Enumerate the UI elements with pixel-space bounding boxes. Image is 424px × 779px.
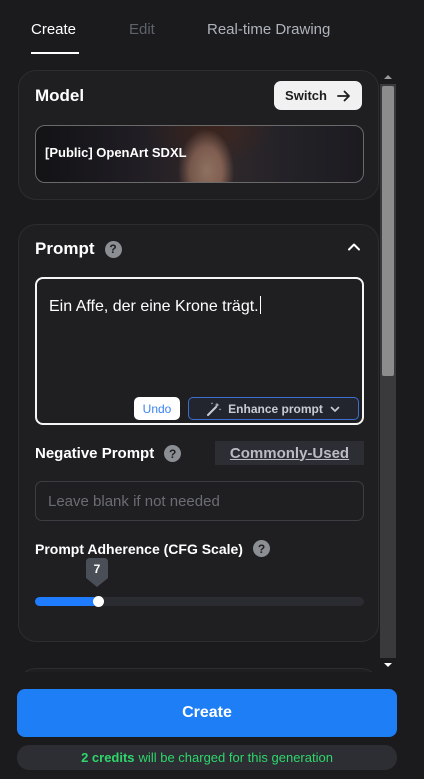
create-button[interactable]: Create: [17, 689, 397, 737]
prompt-textarea[interactable]: Ein Affe, der eine Krone trägt. Undo Enh…: [35, 277, 364, 425]
help-icon[interactable]: ?: [252, 540, 270, 557]
prompt-value: Ein Affe, der eine Krone trägt.: [49, 298, 259, 315]
credits-notice: 2 credits will be charged for this gener…: [17, 745, 397, 770]
next-settings-card: [18, 668, 379, 672]
tab-create[interactable]: Create: [31, 20, 76, 40]
model-title: Model: [35, 86, 85, 105]
prompt-title: Prompt: [35, 239, 95, 258]
help-icon[interactable]: ?: [104, 240, 122, 258]
settings-panel: Model Switch [Public] OpenArt SDXL Promp…: [0, 70, 424, 672]
tab-realtime-drawing[interactable]: Real-time Drawing: [207, 20, 330, 40]
slider-fill: [35, 597, 98, 606]
model-banner[interactable]: [Public] OpenArt SDXL: [35, 125, 364, 183]
app-root: Create Edit Real-time Drawing Model Swit…: [0, 0, 424, 779]
magic-wand-icon: [207, 401, 222, 416]
slider-value-tooltip: 7: [86, 558, 108, 588]
switch-model-button[interactable]: Switch: [274, 81, 362, 110]
credits-amount: 2 credits: [81, 750, 135, 765]
model-card: Model Switch [Public] OpenArt SDXL: [18, 70, 379, 200]
slider-thumb[interactable]: [93, 596, 104, 607]
text-caret: [259, 296, 261, 314]
chevron-down-icon: [330, 406, 340, 412]
enhance-prompt-button[interactable]: Enhance prompt: [188, 397, 359, 420]
model-name: [Public] OpenArt SDXL: [45, 145, 187, 160]
arrow-right-icon: [337, 90, 350, 101]
undo-button[interactable]: Undo: [134, 397, 180, 420]
cfg-title: Prompt Adherence (CFG Scale): [35, 540, 243, 557]
credits-text: will be charged for this generation: [138, 750, 333, 765]
prompt-card: Prompt ? Ein Affe, der eine Krone trägt.…: [18, 224, 379, 642]
negative-prompt-header: Negative Prompt ?: [35, 445, 182, 462]
negative-prompt-input[interactable]: [35, 481, 364, 521]
active-tab-indicator: [31, 52, 79, 54]
scrollbar-track[interactable]: [380, 84, 396, 658]
prompt-text: Ein Affe, der eine Krone trägt.: [49, 296, 261, 316]
scroll-up-icon[interactable]: [383, 72, 393, 82]
mode-tabs: Create Edit Real-time Drawing: [0, 0, 424, 56]
switch-label: Switch: [285, 88, 327, 103]
scroll-down-icon[interactable]: [383, 660, 393, 670]
enhance-label: Enhance prompt: [228, 401, 323, 416]
cfg-slider[interactable]: [35, 596, 364, 607]
help-icon[interactable]: ?: [164, 445, 182, 462]
cfg-header: Prompt Adherence (CFG Scale) ?: [35, 540, 270, 557]
negative-prompt-title: Negative Prompt: [35, 445, 155, 462]
scrollbar-thumb[interactable]: [382, 86, 394, 376]
slider-value: 7: [93, 562, 101, 576]
chevron-up-icon[interactable]: [346, 239, 362, 255]
scrollbar[interactable]: [380, 70, 396, 672]
prompt-header: Prompt ?: [35, 239, 122, 259]
tab-edit[interactable]: Edit: [129, 20, 155, 40]
commonly-used-button[interactable]: Commonly-Used: [215, 441, 364, 465]
